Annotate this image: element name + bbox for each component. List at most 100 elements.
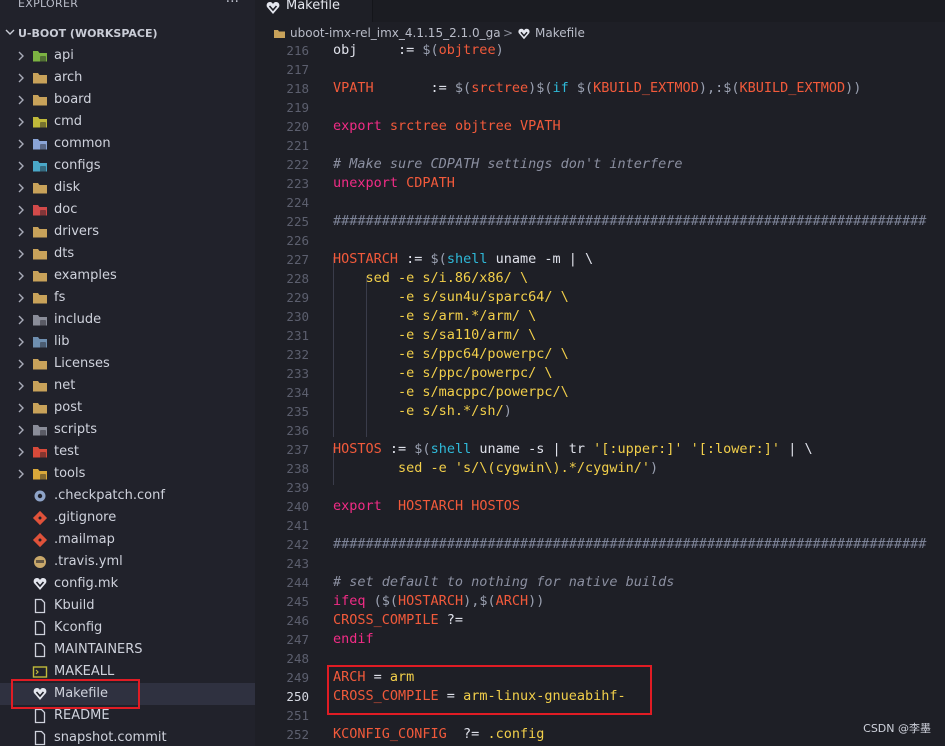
tree-item-scripts[interactable]: scripts <box>0 419 255 441</box>
tree-item-label: dts <box>54 246 75 261</box>
tree-item-test[interactable]: test <box>0 441 255 463</box>
chevron-right-icon[interactable] <box>17 73 25 83</box>
code-line[interactable]: sed -e s/i.86/x86/ \ <box>333 269 529 288</box>
tree-item-common[interactable]: common <box>0 133 255 155</box>
code-token: $( <box>454 80 472 96</box>
code-token: objtree <box>438 44 496 58</box>
line-number: 216 <box>286 44 309 58</box>
code-line[interactable]: HOSTARCH := $(shell uname -m | \ <box>333 250 593 269</box>
code-line[interactable]: -e s/macppc/powerpc/\ <box>333 383 569 402</box>
tree-item-label: post <box>54 400 83 415</box>
line-number: 233 <box>286 366 309 381</box>
chevron-right-icon[interactable] <box>17 381 25 391</box>
tree-item-kconfig[interactable]: Kconfig <box>0 617 255 639</box>
chevron-right-icon[interactable] <box>17 447 25 457</box>
chevron-right-icon[interactable] <box>17 359 25 369</box>
code-line[interactable]: sed -e 's/\(cygwin\).*/cygwin/') <box>333 459 658 478</box>
terminal-file-icon <box>32 666 48 678</box>
tree-item-gitignore[interactable]: .gitignore <box>0 507 255 529</box>
chevron-right-icon[interactable] <box>17 469 25 479</box>
code-line[interactable]: # set default to nothing for native buil… <box>333 573 674 592</box>
code-line[interactable]: VPATH := $(srctree)$(if $(KBUILD_EXTMOD)… <box>333 79 861 98</box>
chevron-right-icon[interactable] <box>17 51 25 61</box>
tree-item-travis-yml[interactable]: .travis.yml <box>0 551 255 573</box>
chevron-right-icon[interactable] <box>17 183 25 193</box>
tree-item-doc[interactable]: doc <box>0 199 255 221</box>
tree-item-board[interactable]: board <box>0 89 255 111</box>
code-line[interactable]: -e s/sh.*/sh/) <box>333 402 512 421</box>
code-token: endif <box>333 631 374 647</box>
tree-item-lib[interactable]: lib <box>0 331 255 353</box>
code-line[interactable]: endif <box>333 630 374 649</box>
code-line[interactable]: # Make sure CDPATH settings don't interf… <box>333 155 683 174</box>
chevron-right-icon[interactable] <box>17 205 25 215</box>
code-line[interactable]: -e s/sun4u/sparc64/ \ <box>333 288 569 307</box>
code-line[interactable]: -e s/arm.*/arm/ \ <box>333 307 536 326</box>
code-line[interactable]: ########################################… <box>333 535 926 554</box>
tree-item-fs[interactable]: fs <box>0 287 255 309</box>
chevron-right-icon[interactable] <box>17 117 25 127</box>
tree-item-dts[interactable]: dts <box>0 243 255 265</box>
tree-item-api[interactable]: api <box>0 45 255 67</box>
chevron-right-icon[interactable] <box>17 293 25 303</box>
code-line[interactable]: export srctree objtree VPATH <box>333 117 561 136</box>
tree-item-drivers[interactable]: drivers <box>0 221 255 243</box>
code-line[interactable]: -e s/ppc/powerpc/ \ <box>333 364 552 383</box>
tree-item-maintainers[interactable]: MAINTAINERS <box>0 639 255 661</box>
code-token: uname -m | \ <box>487 251 594 267</box>
tree-item-post[interactable]: post <box>0 397 255 419</box>
tree-item-mailmap[interactable]: .mailmap <box>0 529 255 551</box>
tree-item-label: net <box>54 378 76 393</box>
code-token: ),:$( <box>698 80 740 96</box>
tree-item-config-mk[interactable]: config.mk <box>0 573 255 595</box>
code-token: CROSS_COMPILE <box>333 612 439 628</box>
code-editor[interactable]: 216 217 218 219 220 221 222 223 224 225 226 227 228 2… <box>255 44 945 746</box>
chevron-right-icon[interactable] <box>17 425 25 435</box>
chevron-right-icon[interactable] <box>17 271 25 281</box>
chevron-right-icon[interactable] <box>17 249 25 259</box>
code-token: -e s/ppc64/powerpc/ \ <box>398 346 569 362</box>
chevron-right-icon[interactable] <box>17 315 25 325</box>
workspace-section-header[interactable]: U-BOOT (WORKSPACE) <box>0 23 255 45</box>
breadcrumb-folder[interactable]: uboot-imx-rel_imx_4.1.15_2.1.0_ga <box>290 26 503 40</box>
line-number: 245 <box>286 594 309 609</box>
tree-item-net[interactable]: net <box>0 375 255 397</box>
code-line[interactable]: ifeq ($(HOSTARCH),$(ARCH)) <box>333 592 544 611</box>
tree-item-label: Licenses <box>54 356 110 371</box>
blank-file-icon <box>34 708 46 724</box>
breadcrumb-separator: > <box>503 26 514 40</box>
code-line[interactable]: export HOSTARCH HOSTOS <box>333 497 520 516</box>
code-line[interactable]: ########################################… <box>333 212 926 231</box>
tree-item-kbuild[interactable]: Kbuild <box>0 595 255 617</box>
code-area[interactable]: obj := $(objtree) VPATH := $(srctree)$(if… <box>333 44 945 746</box>
code-line[interactable]: unexport CDPATH <box>333 174 455 193</box>
tree-item-examples[interactable]: examples <box>0 265 255 287</box>
chevron-right-icon[interactable] <box>17 161 25 171</box>
tree-item-licenses[interactable]: Licenses <box>0 353 255 375</box>
chevron-right-icon[interactable] <box>17 403 25 413</box>
code-line[interactable]: -e s/ppc64/powerpc/ \ <box>333 345 569 364</box>
more-actions-icon[interactable]: ··· <box>226 0 239 10</box>
chevron-right-icon[interactable] <box>17 139 25 149</box>
tree-item-label: scripts <box>54 422 97 437</box>
tree-item-snapshot-commit[interactable]: snapshot.commit <box>0 727 255 746</box>
code-line[interactable]: KCONFIG_CONFIG ?= .config <box>333 725 544 744</box>
chevron-right-icon[interactable] <box>17 95 25 105</box>
tree-item-disk[interactable]: disk <box>0 177 255 199</box>
tab-makefile[interactable]: Makefile <box>255 0 373 22</box>
tree-item-label: tools <box>54 466 86 481</box>
chevron-right-icon[interactable] <box>17 227 25 237</box>
tree-item-cmd[interactable]: cmd <box>0 111 255 133</box>
code-line[interactable]: HOSTOS := $(shell uname -s | tr '[:upper… <box>333 440 813 459</box>
breadcrumb-file[interactable]: Makefile <box>535 26 585 40</box>
code-line[interactable]: obj := $(objtree) <box>333 44 504 60</box>
tree-item-checkpatch-conf[interactable]: .checkpatch.conf <box>0 485 255 507</box>
tree-item-include[interactable]: include <box>0 309 255 331</box>
chevron-right-icon[interactable] <box>17 337 25 347</box>
code-token: export <box>333 498 382 514</box>
code-line[interactable]: -e s/sa110/arm/ \ <box>333 326 536 345</box>
tree-item-arch[interactable]: arch <box>0 67 255 89</box>
tree-item-tools[interactable]: tools <box>0 463 255 485</box>
code-line[interactable]: CROSS_COMPILE ?= <box>333 611 463 630</box>
tree-item-configs[interactable]: configs <box>0 155 255 177</box>
